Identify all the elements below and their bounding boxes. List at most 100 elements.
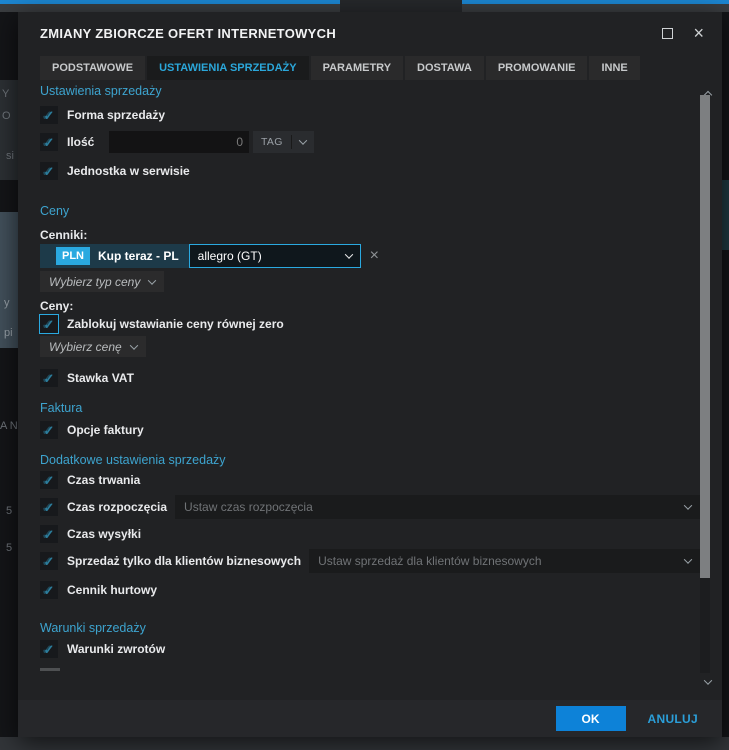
price-placeholder: Wybierz cenę xyxy=(49,340,122,354)
ilosc-input[interactable] xyxy=(109,131,249,153)
dialog-title-bar: ZMIANY ZBIORCZE OFERT INTERNETOWYCH × xyxy=(18,12,722,54)
warunki-zwrotow-checkbox[interactable]: ✓ xyxy=(40,640,58,658)
pricelist-mapping-select[interactable]: allegro (GT) xyxy=(189,244,361,268)
tab-ustawienia-sprzedazy[interactable]: USTAWIENIA SPRZEDAŻY xyxy=(147,56,309,80)
remove-pricelist-icon[interactable]: × xyxy=(370,248,379,264)
dialog-tab-bar: PODSTAWOWE USTAWIENIA SPRZEDAŻY PARAMETR… xyxy=(40,56,722,80)
zablokuj-zero-checkbox[interactable]: ✓ xyxy=(40,315,58,333)
dialog-content: Ustawienia sprzedaży ✓ Forma sprzedaży ✓… xyxy=(18,80,722,700)
chevron-down-icon xyxy=(344,250,352,258)
forma-sprzedazy-checkbox[interactable]: ✓ xyxy=(40,106,58,124)
clipped-next-row xyxy=(40,668,60,671)
dialog-title: ZMIANY ZBIORCZE OFERT INTERNETOWYCH xyxy=(40,26,336,41)
scrollbar-track[interactable] xyxy=(700,95,710,673)
section-header-ustawienia-sprzedazy: Ustawienia sprzedaży xyxy=(40,84,700,98)
tab-promowanie[interactable]: PROMOWANIE xyxy=(486,56,588,80)
background-accent-bar xyxy=(462,0,729,4)
background-text-fragment: si xyxy=(6,150,14,162)
bulk-changes-dialog: ZMIANY ZBIORCZE OFERT INTERNETOWYCH × PO… xyxy=(18,12,722,737)
cancel-button[interactable]: ANULUJ xyxy=(648,712,698,726)
tab-inne[interactable]: INNE xyxy=(589,56,639,80)
chevron-down-icon xyxy=(704,676,712,684)
scroll-down-button[interactable] xyxy=(705,672,711,690)
sprzedaz-b2b-placeholder: Ustaw sprzedaż dla klientów biznesowych xyxy=(318,554,541,568)
czas-rozpoczecia-checkbox[interactable]: ✓ xyxy=(40,498,58,516)
check-icon: ✓ xyxy=(44,136,55,149)
row-warunki-zwrotow: ✓ Warunki zwrotów xyxy=(40,640,700,658)
ok-button[interactable]: OK xyxy=(556,706,626,731)
row-ilosc: ✓ Ilość TAG xyxy=(40,131,700,153)
czas-trwania-checkbox[interactable]: ✓ xyxy=(40,471,58,489)
section-header-ceny: Ceny xyxy=(40,204,700,218)
currency-badge: PLN xyxy=(56,247,90,265)
stawka-vat-checkbox[interactable]: ✓ xyxy=(40,369,58,387)
tab-podstawowe[interactable]: PODSTAWOWE xyxy=(40,56,145,80)
ilosc-checkbox[interactable]: ✓ xyxy=(40,133,58,151)
stawka-vat-label: Stawka VAT xyxy=(67,371,134,385)
chevron-down-icon xyxy=(148,276,156,284)
czas-rozpoczecia-select[interactable]: Ustaw czas rozpoczęcia xyxy=(175,495,700,519)
czas-wysylki-label: Czas wysyłki xyxy=(67,527,141,541)
maximize-icon[interactable] xyxy=(662,28,673,39)
czas-wysylki-checkbox[interactable]: ✓ xyxy=(40,525,58,543)
check-icon: ✓ xyxy=(44,165,55,178)
row-czas-trwania: ✓ Czas trwania xyxy=(40,471,700,489)
scrollbar-thumb[interactable] xyxy=(700,95,710,578)
background-text-fragment: 5 xyxy=(6,505,12,517)
background-text-fragment: y xyxy=(4,297,10,309)
opcje-faktury-label: Opcje faktury xyxy=(67,423,144,437)
background-bottom-bar xyxy=(0,737,729,750)
background-accent-bar xyxy=(0,0,340,4)
czas-rozpoczecia-label: Czas rozpoczęcia xyxy=(67,500,167,514)
background-text-fragment: Y xyxy=(2,88,9,100)
background-text-fragment: O xyxy=(2,110,11,122)
check-icon: ✓ xyxy=(44,584,55,597)
czas-rozpoczecia-placeholder: Ustaw czas rozpoczęcia xyxy=(184,500,313,514)
row-jednostka-w-serwisie: ✓ Jednostka w serwisie xyxy=(40,162,700,180)
check-icon: ✓ xyxy=(44,424,55,437)
tag-dropdown-button[interactable]: TAG xyxy=(253,131,314,153)
cenniki-label: Cenniki: xyxy=(40,228,700,242)
price-select[interactable]: Wybierz cenę xyxy=(40,336,146,357)
section-header-warunki: Warunki sprzedaży xyxy=(40,621,700,635)
sprzedaz-b2b-label: Sprzedaż tylko dla klientów biznesowych xyxy=(67,554,301,568)
check-icon: ✓ xyxy=(44,372,55,385)
chevron-down-icon xyxy=(292,139,314,145)
row-cennik: PLN Kup teraz - PL allegro (GT) × xyxy=(40,244,700,268)
check-icon: ✓ xyxy=(44,109,55,122)
row-czas-wysylki: ✓ Czas wysyłki xyxy=(40,525,700,543)
check-icon: ✓ xyxy=(44,318,55,331)
pricelist-mapping-value: allegro (GT) xyxy=(198,249,262,263)
forma-sprzedazy-label: Forma sprzedaży xyxy=(67,108,165,122)
row-forma-sprzedazy: ✓ Forma sprzedaży xyxy=(40,106,700,124)
cennik-hurtowy-label: Cennik hurtowy xyxy=(67,583,157,597)
row-czas-rozpoczecia: ✓ Czas rozpoczęcia Ustaw czas rozpoczęci… xyxy=(40,495,700,519)
chevron-down-icon xyxy=(684,501,692,509)
tab-dostawa[interactable]: DOSTAWA xyxy=(405,56,484,80)
zablokuj-zero-label: Zablokuj wstawianie ceny równej zero xyxy=(67,317,284,331)
row-zablokuj-zero: ✓ Zablokuj wstawianie ceny równej zero xyxy=(40,315,700,333)
warunki-zwrotow-label: Warunki zwrotów xyxy=(67,642,165,656)
tag-label: TAG xyxy=(253,136,291,148)
check-icon: ✓ xyxy=(44,501,55,514)
ceny-sublabel: Ceny: xyxy=(40,299,700,313)
ilosc-label: Ilość xyxy=(67,135,109,149)
check-icon: ✓ xyxy=(44,528,55,541)
close-icon[interactable]: × xyxy=(693,27,704,39)
pricelist-name: Kup teraz - PL xyxy=(98,249,179,263)
sprzedaz-b2b-select[interactable]: Ustaw sprzedaż dla klientów biznesowych xyxy=(309,549,700,573)
jednostka-checkbox[interactable]: ✓ xyxy=(40,162,58,180)
czas-trwania-label: Czas trwania xyxy=(67,473,140,487)
price-type-select[interactable]: Wybierz typ ceny xyxy=(40,271,164,292)
sprzedaz-b2b-checkbox[interactable]: ✓ xyxy=(40,552,58,570)
tab-parametry[interactable]: PARAMETRY xyxy=(311,56,403,80)
opcje-faktury-checkbox[interactable]: ✓ xyxy=(40,421,58,439)
check-icon: ✓ xyxy=(44,555,55,568)
section-header-dodatkowe: Dodatkowe ustawienia sprzedaży xyxy=(40,453,700,467)
cennik-hurtowy-checkbox[interactable]: ✓ xyxy=(40,581,58,599)
section-header-faktura: Faktura xyxy=(40,401,700,415)
background-text-fragment: 5 xyxy=(6,542,12,554)
background-text-fragment: pi xyxy=(4,327,13,339)
background-top-bar xyxy=(0,0,729,12)
row-stawka-vat: ✓ Stawka VAT xyxy=(40,369,700,387)
